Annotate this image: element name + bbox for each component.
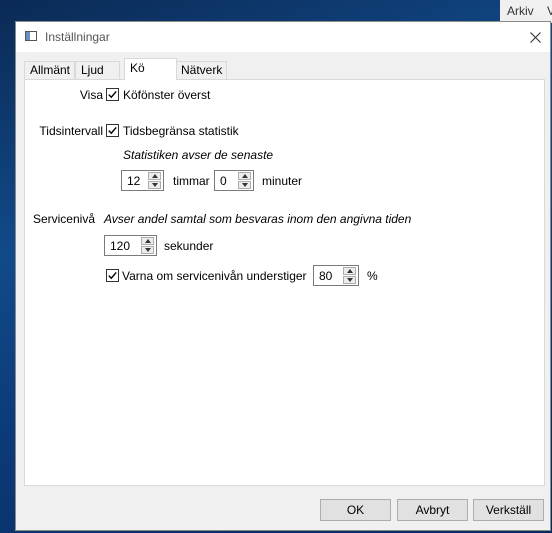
varna-checkbox[interactable] — [106, 269, 119, 282]
checkmark-icon — [108, 271, 117, 280]
tidsintervall-label: Tidsintervall — [39, 124, 103, 138]
serviceniva-description: Avser andel samtal som besvaras inom den… — [104, 212, 412, 226]
kofonster-label[interactable]: Köfönster överst — [123, 88, 210, 102]
minutes-stepper[interactable]: 0 — [214, 170, 254, 191]
arrow-down-icon — [241, 183, 248, 187]
tab-panel-ko: Visa Köfönster överst Tidsintervall Tids… — [24, 79, 545, 486]
seconds-down-button[interactable] — [141, 246, 154, 254]
seconds-stepper[interactable]: 120 — [104, 235, 157, 256]
varna-label[interactable]: Varna om servicenivån understiger — [122, 269, 307, 283]
arrow-up-icon — [151, 174, 158, 178]
minutes-up-button[interactable] — [238, 172, 251, 180]
warn-up-button[interactable] — [343, 267, 356, 275]
hours-down-button[interactable] — [148, 181, 161, 189]
tab-ljud[interactable]: Ljud — [75, 61, 120, 79]
arrow-up-icon — [144, 239, 151, 243]
tidsbegransa-label[interactable]: Tidsbegränsa statistik — [123, 124, 239, 138]
arrow-down-icon — [144, 248, 151, 252]
statistik-note: Statistiken avser de senaste — [123, 148, 274, 162]
close-button[interactable] — [520, 22, 550, 52]
serviceniva-label: Servicenivå — [32, 212, 95, 226]
hours-unit: timmar — [173, 174, 210, 188]
tidsbegransa-checkbox[interactable] — [106, 124, 119, 137]
close-icon — [529, 31, 541, 43]
visa-label: Visa — [79, 88, 103, 102]
arrow-down-icon — [151, 183, 158, 187]
tab-ko[interactable]: Kö — [124, 58, 177, 80]
seconds-up-button[interactable] — [141, 237, 154, 245]
hours-value[interactable]: 12 — [127, 174, 140, 188]
arrow-down-icon — [346, 278, 353, 282]
hours-up-button[interactable] — [148, 172, 161, 180]
tab-natverk[interactable]: Nätverk — [175, 61, 227, 79]
seconds-value[interactable]: 120 — [110, 239, 130, 253]
warn-percent-unit: % — [367, 269, 378, 283]
checkmark-icon — [108, 126, 117, 135]
minutes-value[interactable]: 0 — [220, 174, 227, 188]
kofonster-checkbox[interactable] — [106, 88, 119, 101]
settings-dialog: Inställningar Allmänt Ljud Nätverk Kö Vi… — [15, 21, 551, 531]
seconds-unit: sekunder — [164, 239, 214, 253]
tab-allmant[interactable]: Allmänt — [24, 61, 75, 79]
minutes-down-button[interactable] — [238, 181, 251, 189]
hours-stepper[interactable]: 12 — [121, 170, 164, 191]
ok-button[interactable]: OK — [320, 499, 391, 521]
warn-percent-value[interactable]: 80 — [319, 269, 332, 283]
warn-down-button[interactable] — [343, 276, 356, 284]
checkmark-icon — [108, 90, 117, 99]
cancel-button[interactable]: Avbryt — [397, 499, 468, 521]
apply-button[interactable]: Verkställ — [473, 499, 544, 521]
arrow-up-icon — [241, 174, 248, 178]
background-menubar: Arkiv V — [500, 0, 552, 23]
warn-percent-stepper[interactable]: 80 — [313, 265, 359, 286]
title-bar: Inställningar — [16, 22, 550, 52]
app-window-icon — [25, 31, 37, 41]
window-title: Inställningar — [45, 30, 110, 44]
menu-v[interactable]: V — [547, 4, 552, 18]
menu-arkiv[interactable]: Arkiv — [507, 4, 534, 18]
arrow-up-icon — [346, 269, 353, 273]
minutes-unit: minuter — [262, 174, 303, 188]
